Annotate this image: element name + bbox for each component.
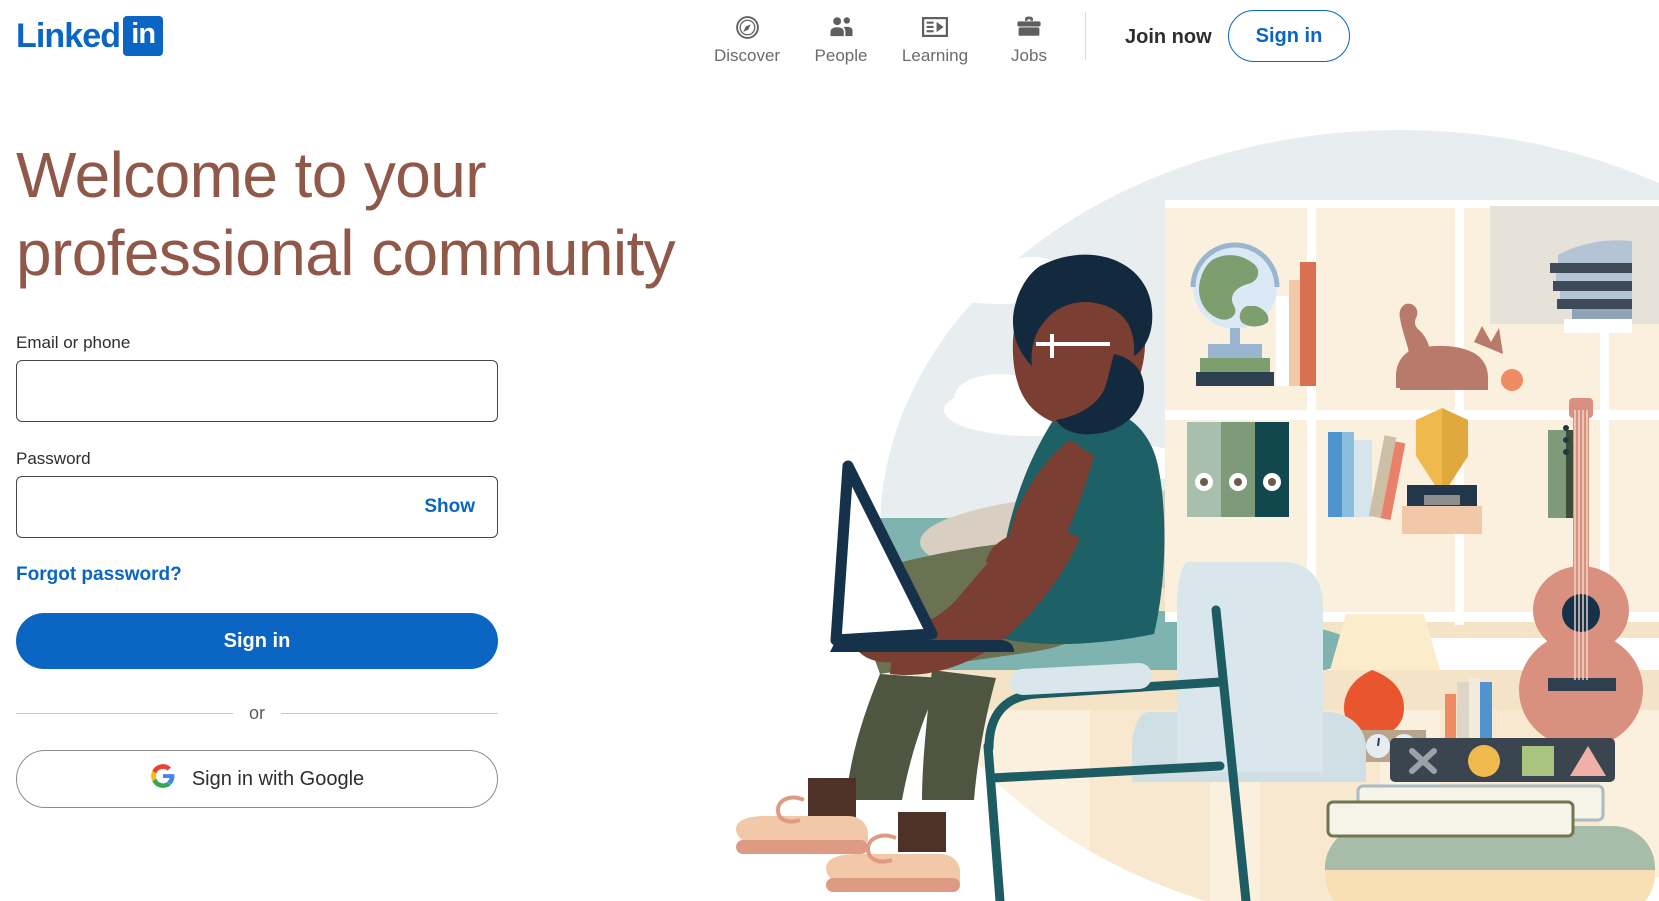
show-password-button[interactable]: Show [418, 492, 481, 522]
nav-item-discover[interactable]: Discover [700, 6, 794, 64]
password-label: Password [16, 449, 91, 468]
header-nav: Discover People Learning Jobs [700, 6, 1076, 64]
email-field-wrapper[interactable] [16, 360, 498, 422]
join-now-button[interactable]: Join now [1111, 18, 1226, 57]
nav-label-learning: Learning [901, 46, 969, 65]
google-button-label: Sign in with Google [191, 767, 365, 790]
logo-in-badge: in [123, 16, 164, 56]
google-icon [150, 763, 176, 795]
linkedin-signin-page: Linked in Discover People Learning Jobs … [0, 0, 1659, 901]
linkedin-logo[interactable]: Linked in [16, 16, 164, 56]
page-header: Linked in Discover People Learning Jobs … [0, 0, 1659, 76]
binders [1187, 422, 1289, 517]
header-sign-in-button[interactable]: Sign in [1228, 10, 1350, 62]
briefcase-icon [1016, 14, 1042, 40]
hero-illustration [700, 110, 1659, 901]
logo-wordmark: Linked [16, 17, 121, 55]
sign-in-with-google-button[interactable]: Sign in with Google [16, 750, 498, 808]
nav-item-people[interactable]: People [794, 6, 888, 64]
or-divider: or [16, 703, 499, 723]
signin-form: Email or phone Password Show Forgot pass… [16, 333, 499, 808]
email-input[interactable] [17, 361, 497, 421]
nav-label-jobs: Jobs [1011, 46, 1047, 65]
nav-item-learning[interactable]: Learning [888, 6, 982, 64]
page-title: Welcome to your professional community [16, 139, 676, 290]
learning-icon [922, 14, 948, 40]
compass-icon [735, 14, 760, 40]
divider-label: or [249, 703, 266, 723]
framed-picture [1490, 206, 1659, 333]
nav-item-jobs[interactable]: Jobs [982, 6, 1076, 64]
forgot-password-link[interactable]: Forgot password? [16, 564, 182, 586]
nav-label-discover: Discover [713, 46, 781, 65]
divider-line-right [281, 712, 499, 714]
password-field-wrapper[interactable]: Show [16, 476, 498, 538]
email-label: Email or phone [16, 333, 131, 352]
header-divider [1085, 12, 1086, 60]
nav-label-people: People [814, 46, 868, 65]
people-icon [828, 14, 855, 40]
globe [1190, 242, 1280, 386]
divider-line-left [16, 712, 233, 714]
submit-sign-in-button[interactable]: Sign in [16, 613, 498, 669]
